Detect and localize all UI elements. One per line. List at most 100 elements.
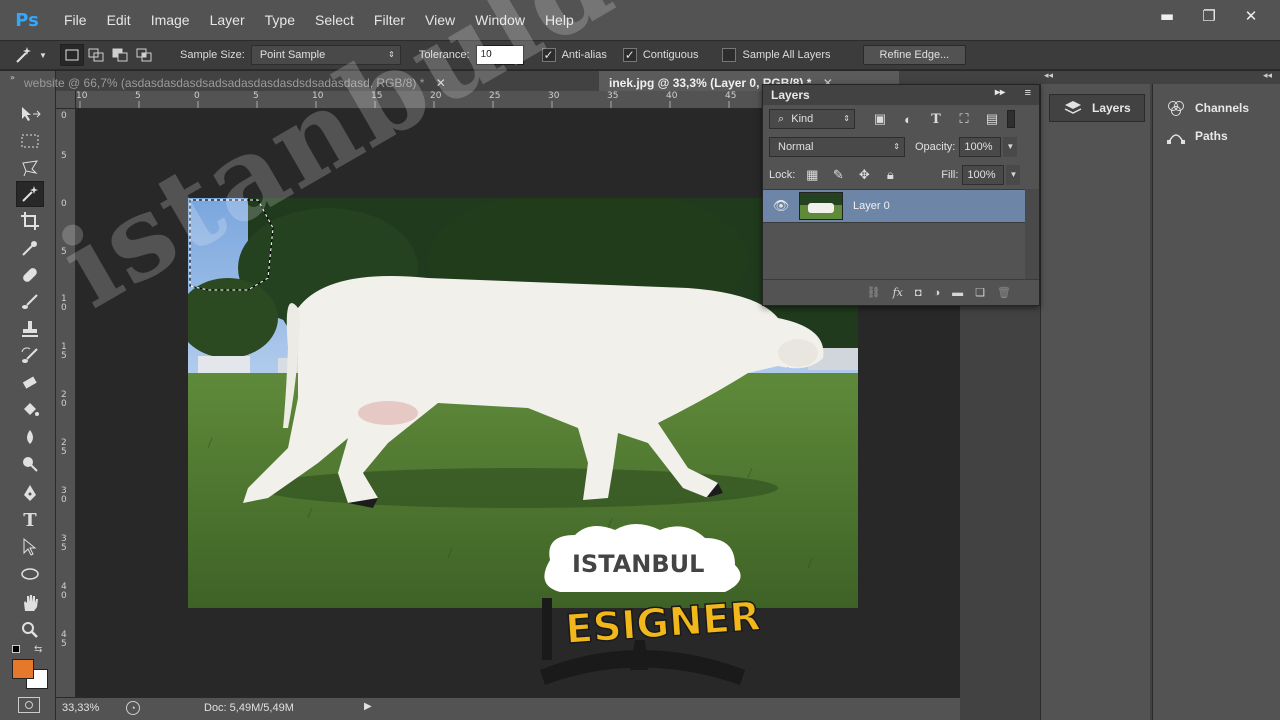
crop-tool[interactable] — [16, 208, 44, 234]
dodge-tool[interactable] — [16, 451, 44, 477]
window-controls: ▬ ❐ ✕ — [1148, 4, 1270, 28]
dock-layers-button[interactable]: Layers — [1049, 94, 1145, 122]
dock-paths-button[interactable]: Paths — [1153, 122, 1279, 150]
image-icon: ▣ — [873, 111, 887, 126]
filter-shape-button[interactable]: ⛶ — [953, 109, 975, 129]
layer-row[interactable]: 👁︎ Layer 0 — [763, 189, 1025, 223]
lock-label: Lock: — [769, 169, 796, 181]
filter-smart-object-button[interactable]: ▤ — [981, 109, 1003, 129]
menu-help[interactable]: Help — [535, 0, 584, 40]
blur-tool[interactable] — [16, 424, 44, 450]
eraser-tool[interactable] — [16, 370, 44, 396]
history-brush-tool[interactable] — [16, 343, 44, 369]
status-menu-arrow-icon[interactable]: ▶ — [364, 701, 372, 712]
menu-window[interactable]: Window — [465, 0, 535, 40]
lock-image-button[interactable]: ✎ — [827, 165, 849, 185]
layers-panel-header[interactable]: Layers ▸▸ ≡ — [763, 85, 1039, 105]
contiguous-checkbox[interactable]: ✓ — [622, 48, 637, 62]
expand-arrows-icon[interactable]: ◂◂ — [1263, 71, 1272, 81]
refine-edge-button[interactable]: Refine Edge... — [862, 45, 967, 65]
clone-stamp-tool[interactable] — [16, 316, 44, 342]
ruler-tick-label: 5 — [253, 91, 259, 101]
close-button[interactable]: ✕ — [1232, 4, 1270, 28]
sample-all-layers-checkbox[interactable] — [722, 48, 737, 62]
status-info-icon[interactable]: ◔ — [126, 701, 140, 715]
eye-icon[interactable]: 👁︎ — [763, 198, 799, 214]
ruler-tick-label: 0 — [61, 199, 67, 209]
kind-filter-select[interactable]: ⌕ Kind ⇕ — [769, 109, 855, 129]
collapse-arrows-icon[interactable]: ▸▸ — [995, 87, 1005, 98]
lock-all-button[interactable]: 🔒︎ — [879, 165, 901, 185]
close-tab-icon[interactable]: ✕ — [436, 76, 446, 90]
add-to-selection-button[interactable] — [84, 44, 108, 66]
new-adjustment-icon[interactable]: ◑ — [934, 287, 941, 299]
menu-filter[interactable]: Filter — [364, 0, 415, 40]
ruler-tick-label: 45 — [725, 91, 737, 101]
filter-adjustment-button[interactable]: ◐ — [897, 109, 919, 129]
menu-type[interactable]: Type — [255, 0, 305, 40]
fill-dropdown-icon[interactable]: ▼ — [1006, 165, 1021, 185]
new-selection-icon — [65, 49, 79, 61]
menu-edit[interactable]: Edit — [97, 0, 141, 40]
minimize-button[interactable]: ▬ — [1148, 4, 1186, 28]
pen-tool[interactable] — [16, 480, 44, 506]
tool-preset-picker[interactable]: ▼ — [0, 41, 60, 69]
trash-icon[interactable]: 🗑︎ — [997, 286, 1011, 299]
marquee-tool[interactable] — [16, 128, 44, 154]
menu-image[interactable]: Image — [141, 0, 200, 40]
ruler-tick-label: 35 — [607, 91, 619, 101]
filter-pixel-button[interactable]: ▣ — [869, 109, 891, 129]
anti-alias-checkbox[interactable]: ✓ — [541, 48, 556, 62]
layer-name[interactable]: Layer 0 — [853, 200, 890, 212]
collapse-arrows-icon[interactable]: ◂◂ — [1044, 71, 1053, 81]
folder-icon[interactable]: ▬ — [952, 287, 963, 299]
filter-toggle-switch[interactable] — [1007, 110, 1015, 128]
lock-position-button[interactable]: ✥ — [853, 165, 875, 185]
pen-icon — [24, 485, 36, 501]
sample-size-select[interactable]: Point Sample ⇕ — [250, 45, 401, 65]
default-colors-icon[interactable] — [12, 645, 20, 653]
channels-icon — [1168, 101, 1184, 116]
blend-mode-select[interactable]: Normal ⇕ — [769, 137, 905, 157]
eyedropper-tool[interactable] — [16, 235, 44, 261]
fx-icon[interactable]: fx — [893, 286, 903, 299]
filter-type-button[interactable]: T — [925, 109, 947, 129]
path-selection-tool[interactable] — [16, 534, 44, 560]
paths-icon — [1167, 134, 1185, 144]
foreground-color-swatch[interactable] — [12, 659, 34, 679]
panel-menu-icon[interactable]: ≡ — [1025, 87, 1031, 99]
zoom-level[interactable]: 33,33% — [62, 702, 99, 714]
new-layer-icon[interactable]: ❏ — [975, 286, 985, 299]
opacity-input[interactable]: 100% — [959, 137, 1002, 157]
dock-channels-button[interactable]: Channels — [1153, 94, 1279, 122]
quick-mask-button[interactable] — [18, 697, 40, 713]
add-mask-icon[interactable]: ◘ — [915, 287, 922, 299]
move-tool[interactable] — [16, 101, 44, 127]
layers-scrollbar[interactable] — [1025, 189, 1039, 279]
menu-file[interactable]: File — [54, 0, 97, 40]
opacity-dropdown-icon[interactable]: ▼ — [1003, 137, 1018, 157]
tolerance-input[interactable]: 10 — [475, 45, 524, 65]
menu-view[interactable]: View — [415, 0, 465, 40]
healing-brush-tool[interactable] — [16, 262, 44, 288]
maximize-button[interactable]: ❐ — [1190, 4, 1228, 28]
menu-select[interactable]: Select — [305, 0, 364, 40]
lock-transparent-button[interactable]: ▦ — [801, 165, 823, 185]
new-selection-button[interactable] — [60, 44, 84, 66]
subtract-from-selection-button[interactable] — [108, 44, 132, 66]
panel-collapse-icon[interactable] — [6, 71, 14, 95]
fill-input[interactable]: 100% — [962, 165, 1005, 185]
brush-tool[interactable] — [16, 289, 44, 315]
swap-colors-icon[interactable]: ⇆ — [34, 644, 42, 655]
layers-icon — [1064, 101, 1082, 114]
link-icon[interactable]: ⛓︎ — [867, 286, 881, 299]
zoom-tool[interactable] — [16, 617, 44, 643]
hand-tool[interactable] — [16, 590, 44, 616]
paint-bucket-tool[interactable] — [16, 397, 44, 423]
type-tool[interactable]: T — [16, 507, 44, 533]
magic-wand-tool[interactable] — [16, 181, 44, 207]
lasso-tool[interactable] — [16, 155, 44, 181]
intersect-selection-button[interactable] — [132, 44, 156, 66]
ellipse-tool[interactable] — [16, 561, 44, 587]
menu-layer[interactable]: Layer — [200, 0, 255, 40]
